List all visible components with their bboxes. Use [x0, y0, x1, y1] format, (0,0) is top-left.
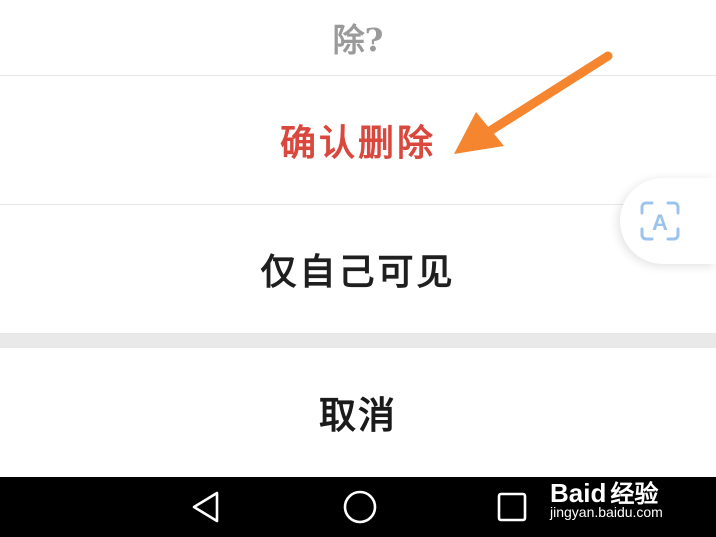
- cancel-label: 取消: [319, 393, 397, 437]
- recent-apps-button[interactable]: [472, 477, 552, 537]
- text-recognition-icon: A: [640, 201, 680, 241]
- home-button[interactable]: [320, 477, 400, 537]
- confirm-delete-button[interactable]: 确认删除: [0, 76, 716, 204]
- system-navigation-bar: [0, 477, 716, 537]
- confirm-delete-label: 确认删除: [279, 122, 436, 164]
- recent-apps-square-icon: [497, 492, 527, 522]
- text-recognition-glyph: A: [652, 210, 668, 235]
- text-recognition-floating-button[interactable]: A: [620, 178, 716, 264]
- back-triangle-icon: [192, 491, 219, 523]
- dialog-prompt-text: 除?: [332, 20, 384, 59]
- visible-to-self-label: 仅自己可见: [260, 251, 456, 293]
- visible-to-self-button[interactable]: 仅自己可见: [0, 205, 716, 333]
- home-circle-icon: [343, 490, 377, 524]
- back-button[interactable]: [166, 477, 246, 537]
- cancel-button[interactable]: 取消: [0, 348, 716, 476]
- sheet-group-separator: [0, 333, 716, 348]
- screen: 除? 确认删除 仅自己可见 取消 A Baid 经验 jingyan.baidu…: [0, 0, 716, 537]
